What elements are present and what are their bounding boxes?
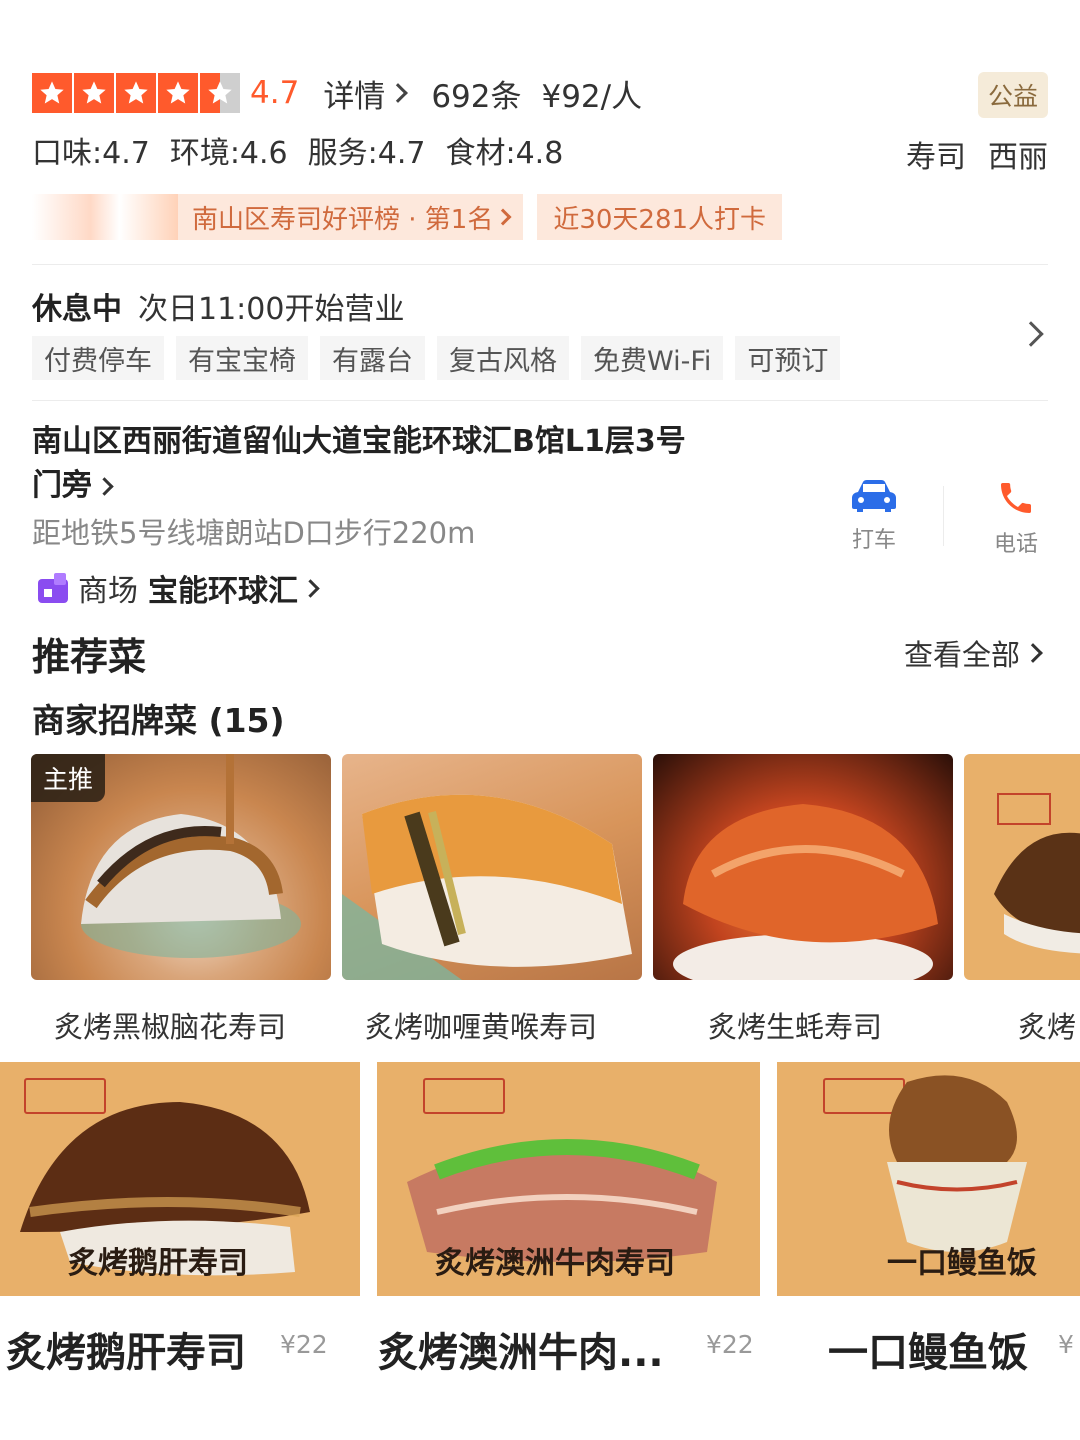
view-all-link[interactable]: 查看全部: [903, 632, 1043, 674]
menu-item-name[interactable]: 炙烤澳洲牛肉...: [378, 1320, 664, 1378]
taxi-label: 打车: [851, 528, 896, 553]
menu-poster[interactable]: 炙烤澳洲牛肉寿司: [377, 1062, 760, 1296]
phone-icon: [1001, 483, 1031, 513]
facility-tags[interactable]: 付费停车 有宝宝椅 有露台 复古风格 免费Wi-Fi 可预订: [32, 336, 841, 380]
rating-detail-label: 详情: [323, 78, 386, 115]
menu-poster[interactable]: 炙烤鹅肝寿司: [0, 1062, 360, 1296]
menu-poster[interactable]: 一口鳗鱼饭: [777, 1062, 1080, 1296]
category-area: 寿司 西丽: [906, 132, 1048, 176]
mall-link[interactable]: 商场 宝能环球汇: [36, 566, 320, 610]
chevron-right-icon: [388, 83, 409, 103]
star-icon: [32, 73, 72, 113]
signature-dishes-title: 商家招牌菜 (15): [32, 701, 285, 740]
poster-caption: 一口鳗鱼饭: [887, 1246, 1037, 1281]
ingredients-score: 食材:4.8: [445, 136, 564, 171]
star-rating: [32, 73, 240, 113]
menu-item-price: ¥22: [280, 1330, 328, 1359]
star-icon: [74, 73, 114, 113]
address-line2: 门旁: [32, 468, 92, 503]
review-count[interactable]: 692条: [431, 71, 521, 116]
dish-image[interactable]: 主推: [31, 754, 331, 980]
divider: [32, 400, 1048, 401]
menu-item-price: ¥22: [706, 1330, 754, 1359]
dish-image[interactable]: [342, 754, 642, 980]
service-score: 服务:4.7: [307, 136, 426, 171]
sushi-image: [673, 804, 938, 980]
divider: [943, 486, 944, 546]
rating-row: 4.7 详情 692条 ¥92/人 公益: [32, 71, 1048, 118]
recommended-title: 推荐菜: [32, 635, 147, 679]
ranking-row: 南山区寿司好评榜 · 第1名 近30天281人打卡: [32, 194, 783, 240]
chevron-right-icon: [494, 208, 512, 226]
ranking-badge-icon: [32, 194, 178, 240]
ranking-link[interactable]: 南山区寿司好评榜 · 第1名: [178, 194, 524, 240]
hours-status: 休息中: [32, 292, 122, 327]
star-icon: [116, 73, 156, 113]
rating-score: 4.7: [250, 75, 300, 111]
facility-tag: 有宝宝椅: [176, 336, 308, 380]
hours-next-open: 次日11:00开始营业: [138, 292, 405, 327]
chevron-right-icon: [1023, 643, 1043, 663]
taste-score: 口味:4.7: [32, 136, 150, 171]
facility-tag: 可预订: [735, 336, 841, 380]
featured-tag: 主推: [31, 754, 106, 802]
dish-name[interactable]: 炙烤生蚝寿司: [708, 1004, 882, 1046]
phone-button[interactable]: 电话: [976, 478, 1056, 558]
facility-tag: 复古风格: [437, 336, 569, 380]
address-line1: 南山区西丽街道留仙大道宝能环球汇B馆L1层3号: [32, 424, 686, 459]
facility-tag: 付费停车: [32, 336, 164, 380]
dish-name[interactable]: 炙烤黑椒脑花寿司: [54, 1004, 286, 1046]
poster-caption: 炙烤鹅肝寿司: [68, 1246, 248, 1281]
menu-item-price: ¥: [1058, 1330, 1074, 1359]
poster-caption: 炙烤澳洲牛肉寿司: [435, 1246, 675, 1281]
menu-item-name[interactable]: 炙烤鹅肝寿司: [6, 1320, 246, 1378]
dish-image[interactable]: [964, 754, 1080, 980]
metro-distance: 距地铁5号线塘朗站D口步行220m: [32, 516, 476, 550]
phone-label: 电话: [993, 532, 1038, 557]
charity-badge[interactable]: 公益: [977, 72, 1048, 118]
mall-label: 商场: [78, 574, 138, 609]
sushi-image: [994, 793, 1080, 954]
taxi-button[interactable]: 打车: [834, 478, 914, 554]
menu-carousel[interactable]: 炙烤鹅肝寿司 炙烤澳洲牛肉寿司 一口鳗鱼饭: [0, 1062, 1080, 1302]
star-icon: [158, 73, 198, 113]
view-all-label: 查看全部: [903, 638, 1020, 672]
dish-name[interactable]: 炙烤: [1018, 1004, 1076, 1046]
address-link[interactable]: 南山区西丽街道留仙大道宝能环球汇B馆L1层3号 门旁: [32, 420, 752, 508]
mall-icon: [38, 573, 68, 603]
menu-item-name[interactable]: 一口鳗鱼饭: [828, 1320, 1028, 1378]
half-star-icon: [200, 73, 240, 113]
dish-carousel[interactable]: 主推: [31, 754, 1080, 984]
area-label[interactable]: 西丽: [988, 132, 1048, 176]
cuisine-label[interactable]: 寿司: [906, 132, 966, 176]
chevron-right-icon: [95, 476, 114, 496]
chevron-right-icon: [301, 578, 320, 598]
sushi-image: [342, 794, 632, 980]
dish-name[interactable]: 炙烤咖喱黄喉寿司: [365, 1004, 597, 1046]
rating-detail-link[interactable]: 详情: [323, 71, 409, 116]
hours-row[interactable]: 休息中 次日11:00开始营业: [32, 284, 404, 328]
divider: [32, 264, 1048, 265]
chevron-right-icon[interactable]: [1018, 321, 1044, 347]
environment-score: 环境:4.6: [169, 136, 288, 171]
checkin-badge[interactable]: 近30天281人打卡: [537, 194, 783, 240]
facility-tag: 有露台: [320, 336, 425, 380]
car-icon: [852, 480, 896, 512]
price-per-person: ¥92/人: [541, 78, 643, 115]
ranking-label: 南山区寿司好评榜 · 第1名: [192, 204, 494, 235]
dish-image[interactable]: [653, 754, 953, 980]
sub-scores: 口味:4.7 环境:4.6 服务:4.7 食材:4.8 寿司 西丽: [32, 130, 1048, 175]
mall-name: 宝能环球汇: [148, 574, 298, 609]
facility-tag: 免费Wi-Fi: [581, 336, 724, 380]
